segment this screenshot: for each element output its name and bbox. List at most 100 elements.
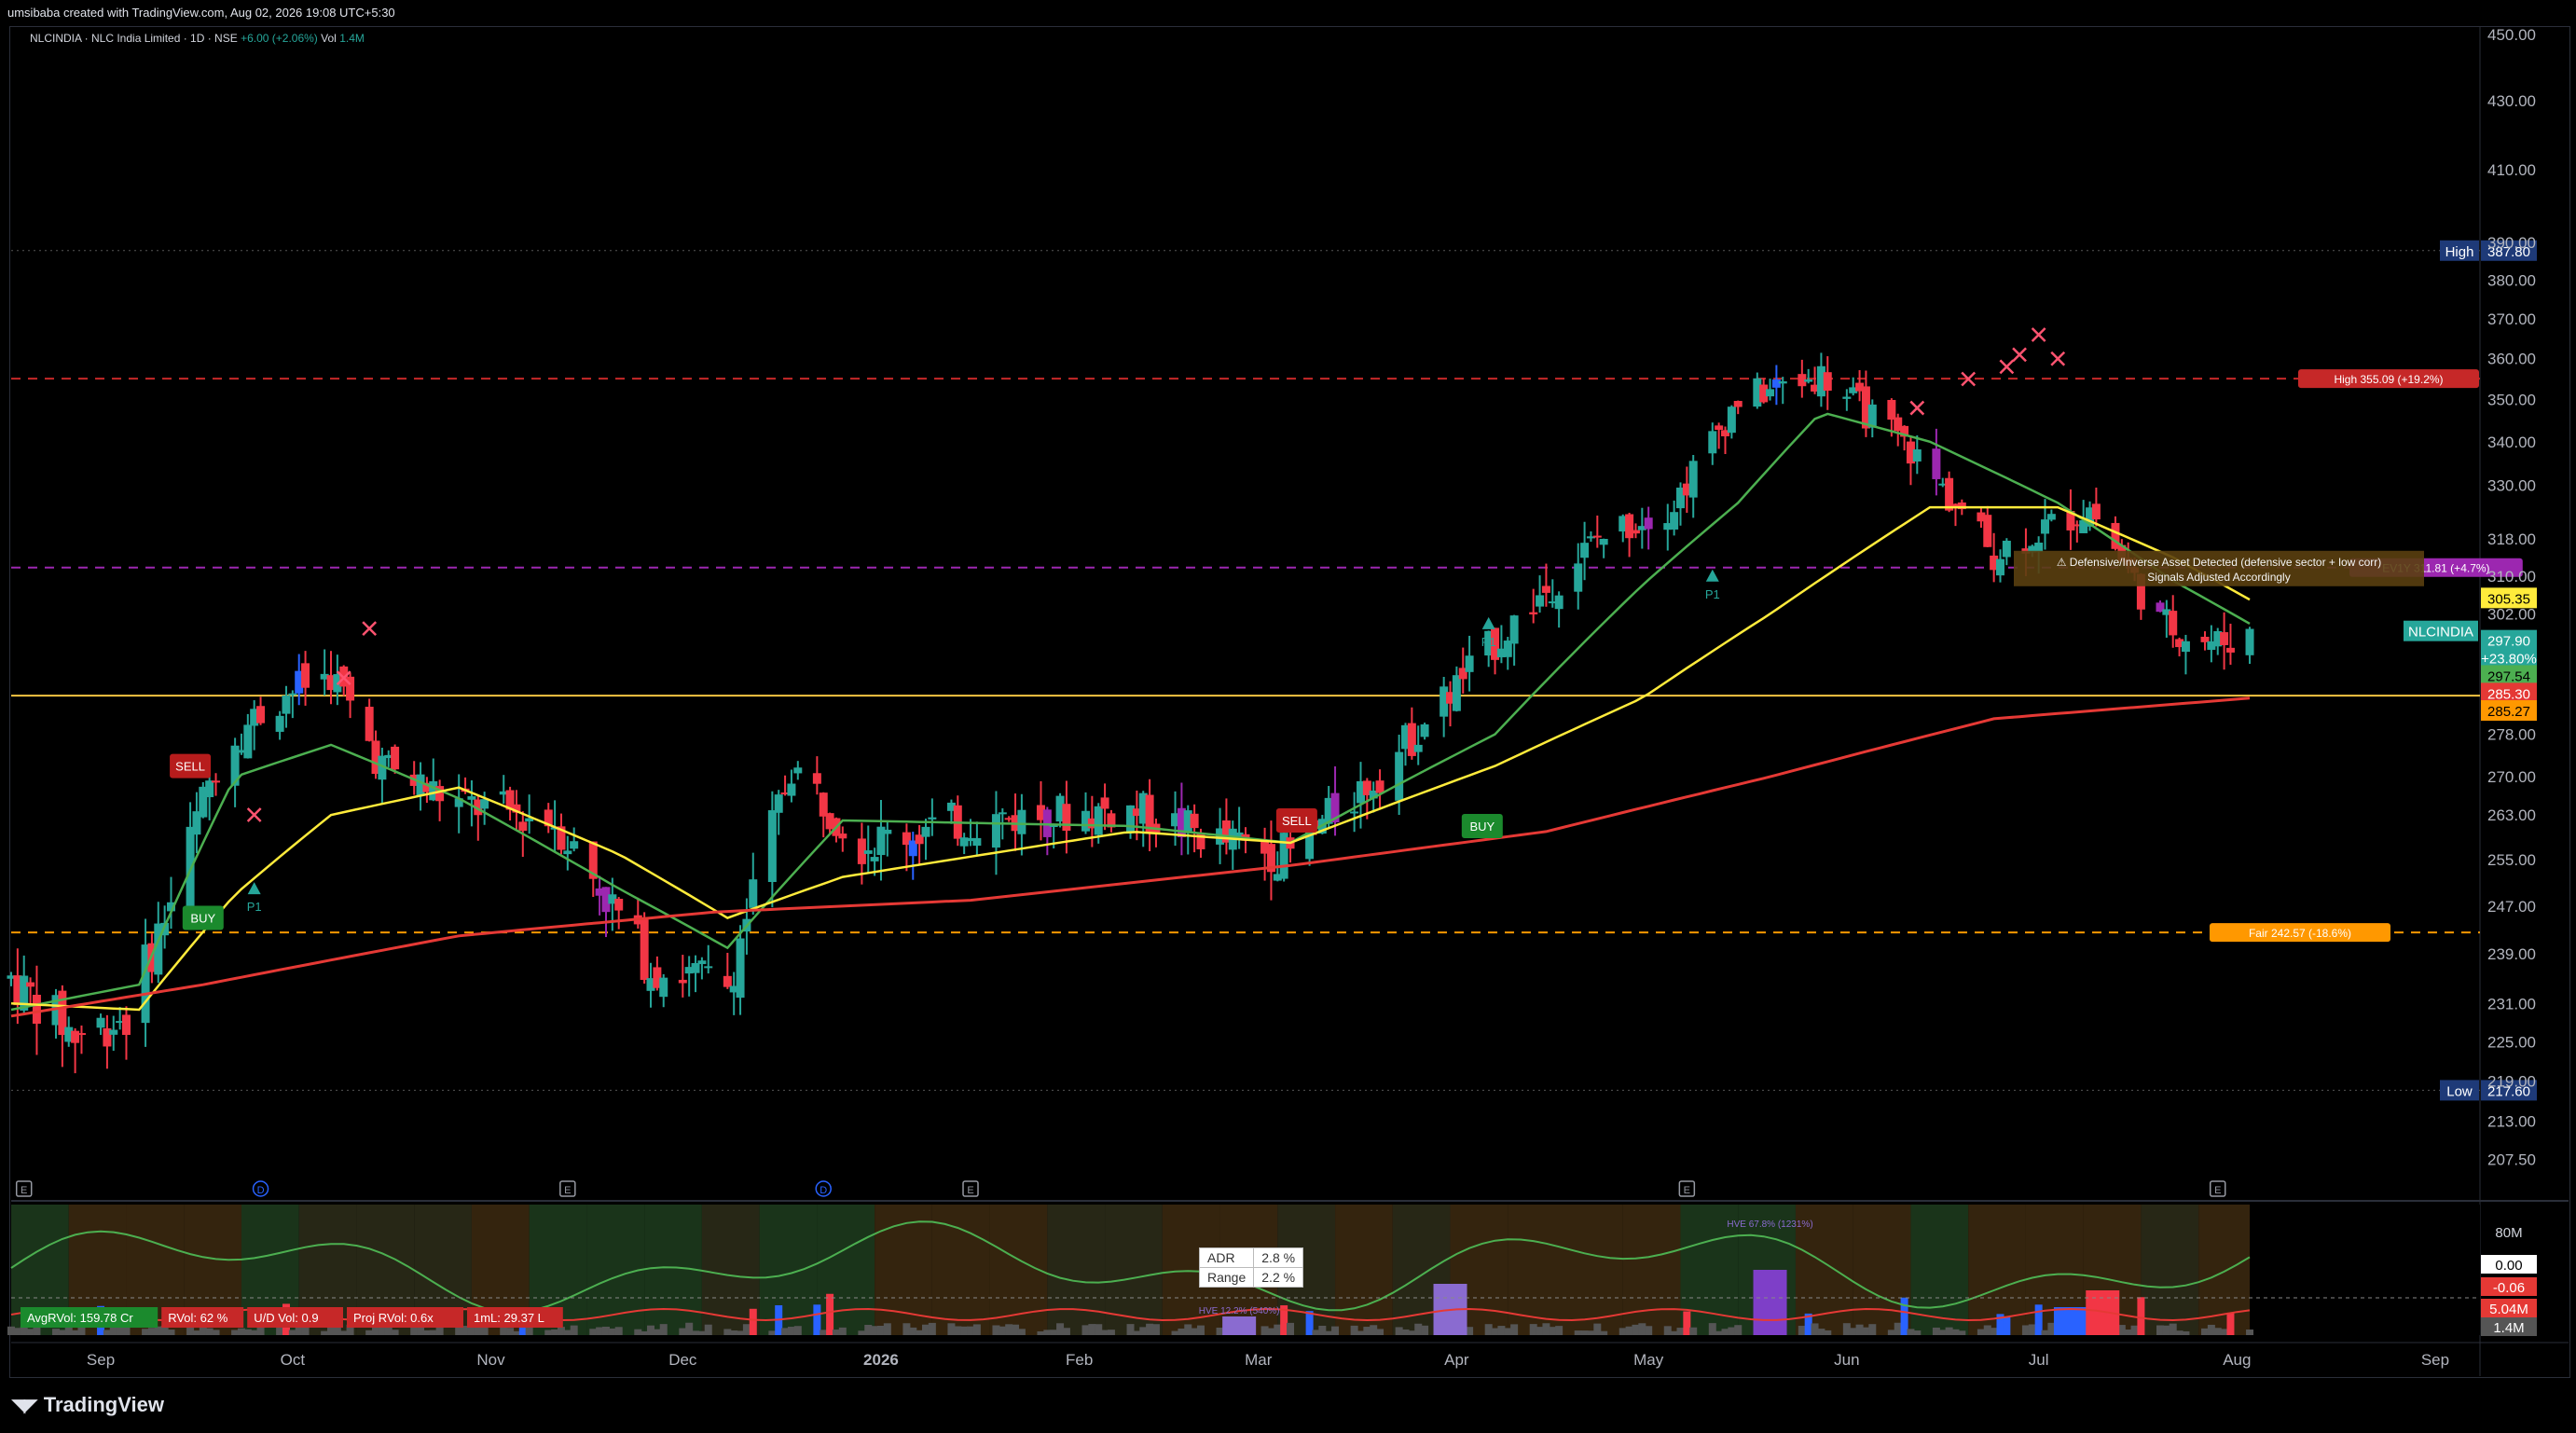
volume-bar (1932, 1327, 1940, 1335)
volume-bar (321, 1330, 329, 1335)
volume-bar (2169, 1323, 2177, 1335)
candle-body (563, 850, 572, 855)
y-tick-3: 390.00 (2487, 234, 2536, 252)
volume-bar (1632, 1324, 1640, 1335)
volume-bar (2207, 1324, 2215, 1335)
volume-bar (1600, 1330, 1608, 1335)
high-tag-label: High (2445, 244, 2474, 260)
volume-bar (1683, 1311, 1691, 1335)
volume-bar (1421, 1325, 1429, 1335)
volume-bar (1958, 1330, 1966, 1335)
candle-body (570, 841, 579, 849)
candle-body (787, 783, 796, 796)
ema-mid-line (10, 505, 2251, 1012)
volume-bar (192, 1330, 200, 1335)
price-tag-3: +23.80% (2481, 652, 2537, 668)
volume-bar (1274, 1324, 1282, 1335)
indicator-band (2141, 1205, 2199, 1335)
x-marker-icon-2 (362, 621, 378, 636)
indicator-band (1910, 1205, 1969, 1335)
volume-bar (2003, 1316, 2011, 1335)
x-tick-8: May (1633, 1351, 1664, 1369)
candle-body (1804, 379, 1813, 382)
adr-label: ADR (1198, 1247, 1255, 1268)
candle-body (1395, 751, 1404, 801)
range-label: Range (1198, 1267, 1255, 1288)
volume-bar (1663, 1326, 1672, 1335)
ema-slow-line (10, 696, 2251, 1018)
y-tick-17: 263.00 (2487, 806, 2536, 824)
chart-canvas[interactable]: High 355.09 (+19.2%)EV1Y 311.81 (+4.7%)F… (0, 0, 2576, 1433)
volume-bar (1191, 1328, 1199, 1335)
price-tag-0: 305.35 (2487, 591, 2530, 607)
volume-bar (826, 1293, 834, 1335)
volume-bar (921, 1324, 930, 1335)
volume-bar (1484, 1324, 1493, 1335)
y-tick-24: 213.00 (2487, 1113, 2536, 1131)
candle-body (1778, 381, 1787, 384)
volume-bar (7, 1326, 15, 1335)
x-tick-11: Aug (2223, 1351, 2251, 1369)
volume-bar (2226, 1312, 2235, 1335)
volume-bar (1862, 1327, 1870, 1335)
volume-bar (1043, 1330, 1052, 1335)
candle-body (2169, 611, 2178, 636)
volume-bar (1370, 1325, 1378, 1335)
volume-bar (1689, 1327, 1698, 1335)
volume-bar (820, 1330, 828, 1335)
y-tick-10: 318.00 (2487, 530, 2536, 548)
y-tick-8: 340.00 (2487, 434, 2536, 451)
candle-body (1350, 811, 1359, 814)
candle-body (109, 1029, 118, 1035)
volume-bar (212, 1330, 220, 1335)
adr-table: ADR 2.8 % Range 2.2 % (1198, 1247, 1304, 1288)
candle-body (736, 938, 745, 999)
volume-bar (1977, 1329, 1985, 1335)
volume-bar (1357, 1330, 1365, 1335)
volume-spike-0 (1753, 1270, 1787, 1335)
y-tick-4: 380.00 (2487, 271, 2536, 289)
x-tick-6: Mar (1245, 1351, 1273, 1369)
volume-bar (813, 1304, 821, 1335)
volume-bar (1312, 1330, 1320, 1335)
candle-body (467, 796, 476, 800)
candle-body (1580, 543, 1590, 558)
candle-body (1375, 780, 1384, 793)
indicator-tick-0: 80M (2495, 1225, 2522, 1241)
candle-body (723, 975, 732, 987)
event-marker-label-1: D (257, 1185, 265, 1196)
candle-body (1465, 655, 1474, 672)
volume-bar (787, 1327, 795, 1335)
candle-body (1592, 535, 1602, 538)
volume-bar (570, 1325, 578, 1335)
volume-bar (1095, 1324, 1103, 1335)
volume-bar (999, 1326, 1007, 1335)
symbol-info[interactable]: NLCINDIA · NLC India Limited · 1D · NSE … (30, 32, 365, 45)
volume-bar (916, 1330, 924, 1335)
candle-body (2245, 628, 2254, 655)
candle-body (1541, 586, 1550, 593)
candle-body (2220, 632, 2229, 645)
indicator-band (1335, 1205, 1393, 1335)
volume-bar (544, 1330, 553, 1335)
volume-bar (1510, 1324, 1519, 1335)
volume-bar (1267, 1328, 1275, 1335)
volume-bar (429, 1330, 437, 1335)
candle-body (1631, 530, 1640, 534)
volume-bar (1638, 1323, 1646, 1335)
p1-triangle-icon-2 (1705, 569, 1719, 582)
volume-bar (653, 1329, 661, 1335)
volume-bar (1868, 1324, 1877, 1335)
volume-bar (641, 1330, 649, 1335)
volume-bar (659, 1324, 668, 1335)
tradingview-brand[interactable]: ◥◤ TradingView (11, 1393, 164, 1417)
volume-bar (902, 1323, 911, 1335)
volume-bar (781, 1328, 790, 1335)
x-tick-2: Nov (476, 1351, 505, 1369)
y-tick-25: 207.50 (2487, 1151, 2536, 1168)
candle-body (26, 982, 35, 987)
volume-bar (1715, 1330, 1723, 1335)
volume-bar (589, 1329, 598, 1335)
volume-bar (1363, 1327, 1371, 1335)
volume-bar (467, 1327, 475, 1335)
